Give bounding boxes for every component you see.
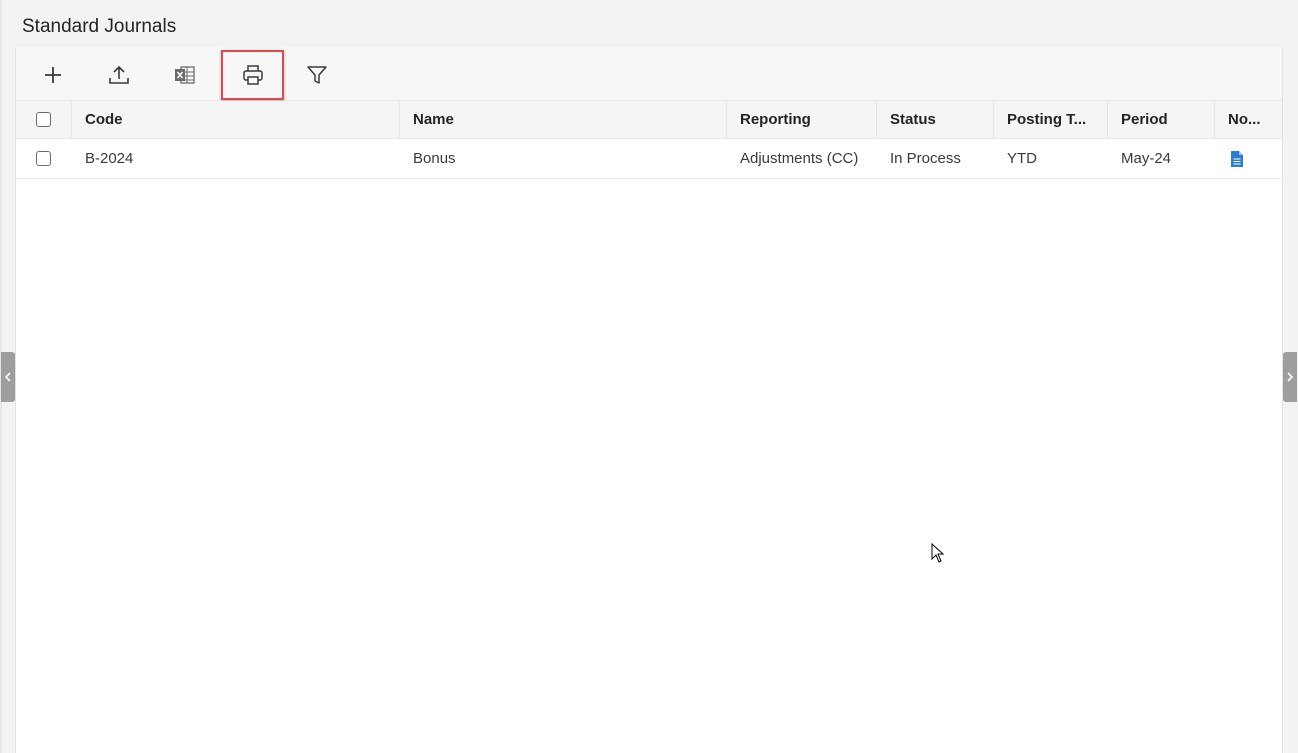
document-icon[interactable]	[1229, 150, 1245, 168]
cell-code[interactable]: B-2024	[72, 139, 400, 178]
mouse-cursor-icon	[931, 543, 945, 563]
printer-icon	[242, 65, 263, 85]
cell-reporting[interactable]: Adjustments (CC)	[727, 139, 877, 178]
filter-button[interactable]	[297, 55, 337, 95]
column-header-period[interactable]: Period	[1108, 101, 1215, 138]
upload-icon	[109, 65, 129, 84]
filter-icon	[307, 66, 327, 84]
column-header-notes[interactable]: No...	[1215, 101, 1282, 138]
cell-notes[interactable]	[1215, 139, 1282, 178]
collapse-left-handle[interactable]	[1, 352, 15, 402]
row-select	[16, 139, 72, 178]
print-button[interactable]	[221, 50, 284, 100]
journals-panel: Code Name Reporting Status Posting T... …	[15, 47, 1283, 753]
column-header-name[interactable]: Name	[400, 101, 727, 138]
chevron-left-icon	[4, 372, 11, 382]
column-header-posting-type[interactable]: Posting T...	[994, 101, 1108, 138]
upload-button[interactable]	[99, 55, 139, 95]
page-title: Standard Journals	[22, 16, 177, 37]
cell-name[interactable]: Bonus	[400, 139, 727, 178]
column-header-code[interactable]: Code	[72, 101, 400, 138]
table-row[interactable]: B-2024 Bonus Adjustments (CC) In Process…	[16, 139, 1282, 179]
chevron-right-icon	[1287, 372, 1294, 382]
select-all-checkbox[interactable]	[36, 112, 51, 127]
cell-period[interactable]: May-24	[1108, 139, 1215, 178]
header-select-all	[16, 101, 72, 138]
column-header-status[interactable]: Status	[877, 101, 994, 138]
expand-right-handle[interactable]	[1283, 352, 1297, 402]
toolbar	[16, 47, 1282, 101]
column-header-reporting[interactable]: Reporting	[727, 101, 877, 138]
add-button[interactable]	[33, 55, 73, 95]
cell-posting-type[interactable]: YTD	[994, 139, 1108, 178]
plus-icon	[45, 67, 61, 83]
grid-header: Code Name Reporting Status Posting T... …	[16, 101, 1282, 139]
row-checkbox[interactable]	[36, 151, 51, 166]
excel-icon	[175, 66, 195, 84]
excel-export-button[interactable]	[165, 55, 205, 95]
cell-status[interactable]: In Process	[877, 139, 994, 178]
